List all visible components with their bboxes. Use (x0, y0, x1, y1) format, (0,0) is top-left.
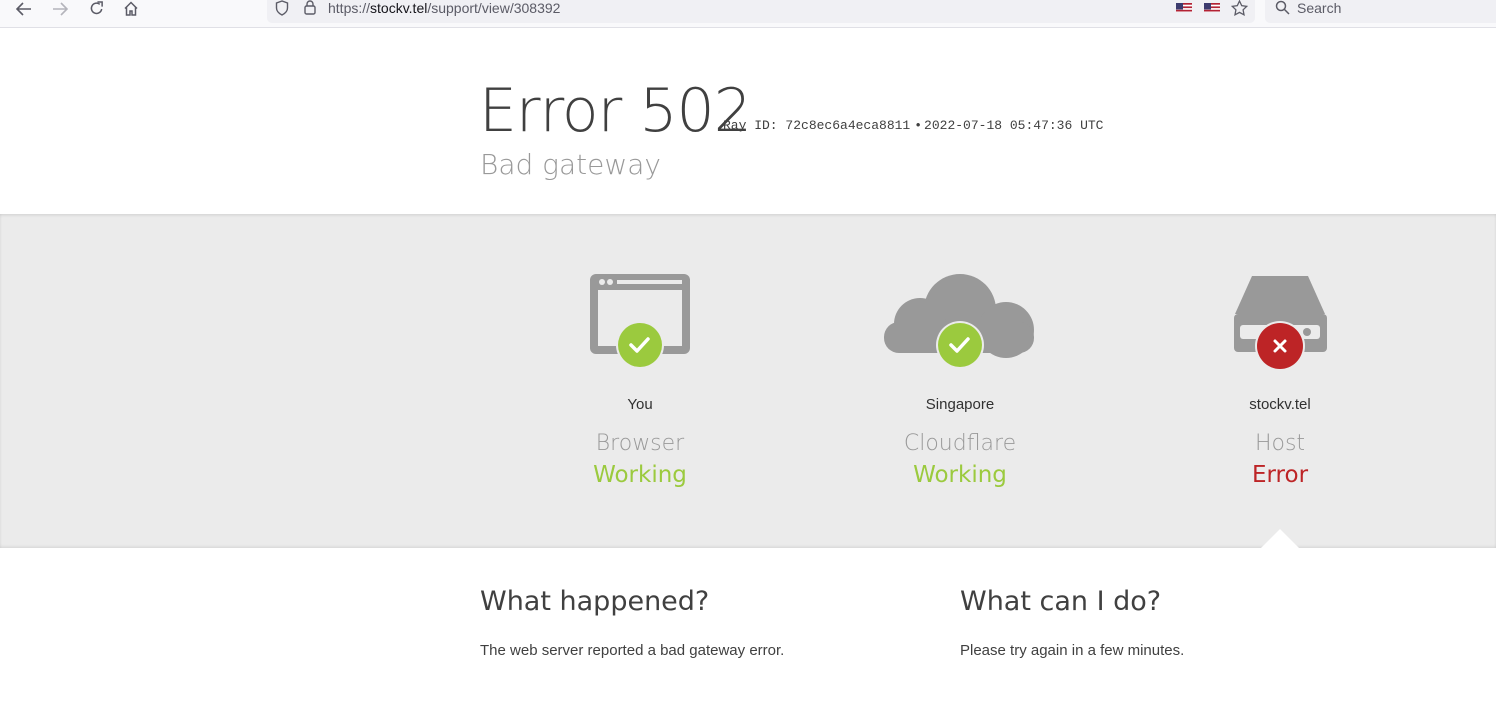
error-header: Error 502 Ray ID: 72c8ec6a4eca8811 • 2022-… (0, 28, 1496, 214)
url-path: /support/view/308392 (427, 0, 561, 16)
server-icon (1160, 270, 1400, 380)
node-location: stockv.tel (1249, 396, 1311, 413)
url-host: stockv.tel (370, 0, 428, 16)
ray-id: Ray ID: 72c8ec6a4eca8811 • 2022-07-18 05:4… (723, 118, 1103, 134)
lock-icon[interactable] (304, 0, 316, 19)
back-arrow-icon[interactable] (13, 0, 35, 17)
status-band: You Browser Working Singapore Cloudflare… (0, 214, 1496, 548)
check-icon (936, 321, 984, 369)
url-prefix: https:// (328, 0, 371, 16)
what-can-i-do-text: Please try again in a few minutes. (960, 642, 1185, 659)
node-location: You (627, 396, 653, 413)
reload-icon[interactable] (85, 0, 107, 17)
status-badge: Working (593, 462, 687, 488)
node-name: Browser (595, 431, 685, 456)
flag-icon[interactable] (1204, 0, 1220, 12)
search-icon (1275, 0, 1290, 19)
node-location: Singapore (925, 396, 995, 413)
url-text[interactable]: https://stockv.tel/support/view/308392 (328, 0, 560, 16)
error-pointer-caret (1260, 529, 1300, 549)
timestamp: 2022-07-18 05:47:36 UTC (924, 118, 1104, 133)
what-happened-text: The web server reported a bad gateway er… (480, 642, 785, 659)
cloud-icon (840, 270, 1080, 380)
browser-toolbar: https://stockv.tel/support/view/308392 S… (0, 0, 1496, 28)
error-x-icon (1255, 321, 1305, 371)
star-icon[interactable] (1230, 0, 1249, 20)
ray-id-label: Ray ID: 72c8ec6a4eca8811 (723, 118, 911, 133)
shield-icon[interactable] (275, 0, 289, 20)
url-bar[interactable]: https://stockv.tel/support/view/308392 (267, 0, 1255, 23)
what-happened-heading: What happened? (480, 586, 710, 617)
home-icon[interactable] (120, 0, 142, 17)
node-name: Cloudflare (903, 431, 1017, 456)
search-input[interactable]: Search (1297, 0, 1341, 16)
browser-window-icon (520, 270, 760, 380)
error-title: Error 502 (479, 76, 752, 146)
what-can-i-do-heading: What can I do? (960, 586, 1162, 617)
bullet: • (914, 118, 923, 133)
status-badge: Working (913, 462, 1007, 488)
check-icon (616, 321, 664, 369)
forward-arrow-icon[interactable] (49, 0, 71, 17)
search-bar[interactable]: Search (1265, 0, 1496, 23)
status-badge: Error (1251, 462, 1309, 488)
flag-icon[interactable] (1176, 0, 1192, 12)
node-name: Host (1254, 431, 1306, 456)
error-subtitle: Bad gateway (480, 148, 661, 181)
